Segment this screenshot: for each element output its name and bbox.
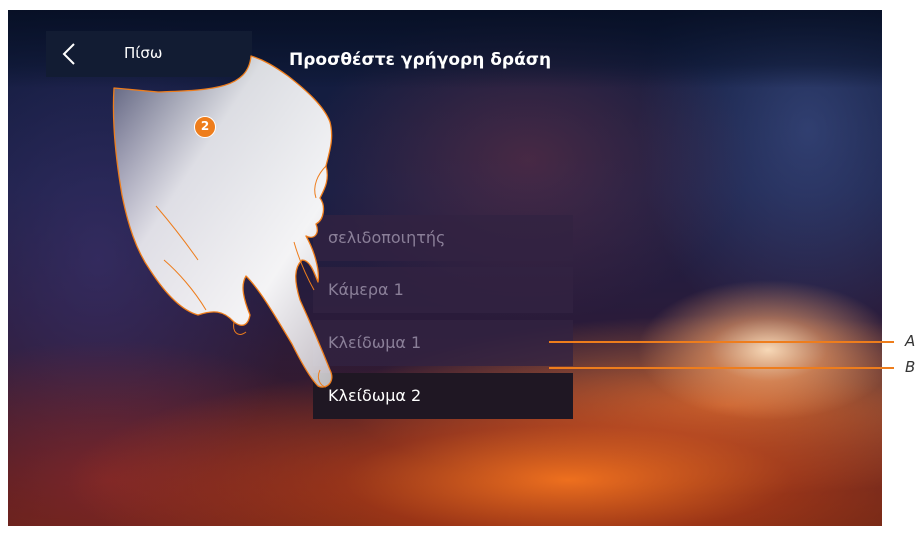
- callout-b-line: [549, 367, 894, 369]
- list-item-lock-2[interactable]: Κλείδωμα 2: [313, 373, 573, 419]
- device-screen: Πίσω Προσθέστε γρήγορη δράση σελιδοποιητ…: [8, 10, 882, 526]
- callout-a: A: [905, 332, 916, 350]
- page-title: Προσθέστε γρήγορη δράση: [289, 50, 552, 70]
- list-item-pager[interactable]: σελιδοποιητής: [313, 215, 573, 261]
- list-item-label: Κάμερα 1: [328, 280, 404, 299]
- list-item-camera-1[interactable]: Κάμερα 1: [313, 267, 573, 313]
- list-item-label: σελιδοποιητής: [328, 228, 446, 247]
- list-item-lock-1[interactable]: Κλείδωμα 1: [313, 320, 573, 366]
- back-button[interactable]: Πίσω: [46, 31, 252, 77]
- callout-b: B: [905, 358, 916, 376]
- step-badge: 2: [194, 116, 216, 138]
- list-item-label: Κλείδωμα 2: [328, 386, 422, 405]
- callout-a-line: [549, 341, 894, 343]
- back-label: Πίσω: [124, 44, 163, 62]
- list-item-label: Κλείδωμα 1: [328, 333, 422, 352]
- chevron-left-icon: [62, 43, 75, 65]
